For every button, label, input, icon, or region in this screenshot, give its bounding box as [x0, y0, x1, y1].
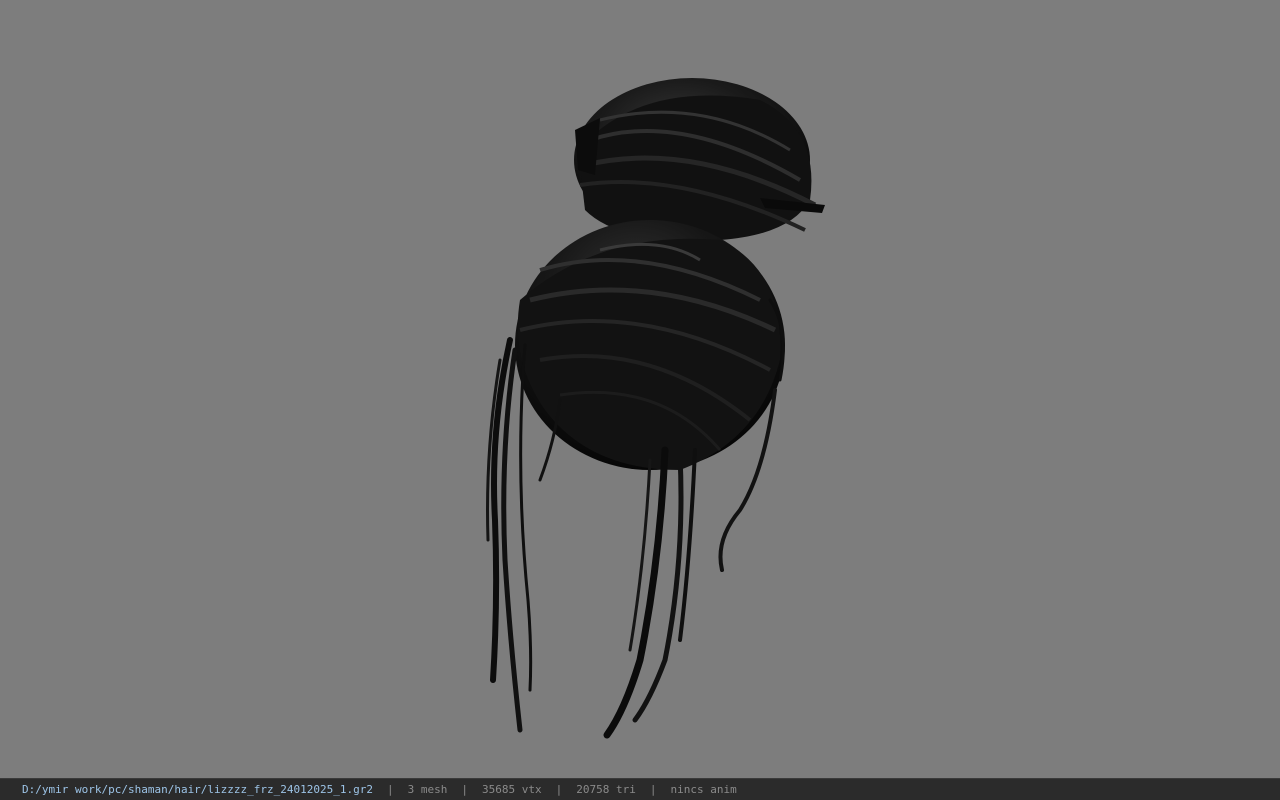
separator: |	[461, 783, 468, 796]
separator: |	[649, 783, 657, 796]
hair-model-render[interactable]	[0, 0, 1280, 778]
status-bar: D:/ymir work/pc/shaman/hair/lizzzz_frz_2…	[0, 778, 1280, 800]
separator: |	[555, 783, 563, 796]
separator: |	[387, 783, 394, 796]
animation-status: nincs anim	[670, 783, 737, 796]
triangle-count: 20758 tri	[576, 783, 636, 796]
3d-viewport[interactable]	[0, 0, 1280, 778]
hair-bun	[574, 78, 825, 242]
mesh-count: 3 mesh	[407, 783, 448, 796]
file-path: D:/ymir work/pc/shaman/hair/lizzzz_frz_2…	[22, 783, 373, 796]
vertex-count: 35685 vtx	[482, 783, 542, 796]
